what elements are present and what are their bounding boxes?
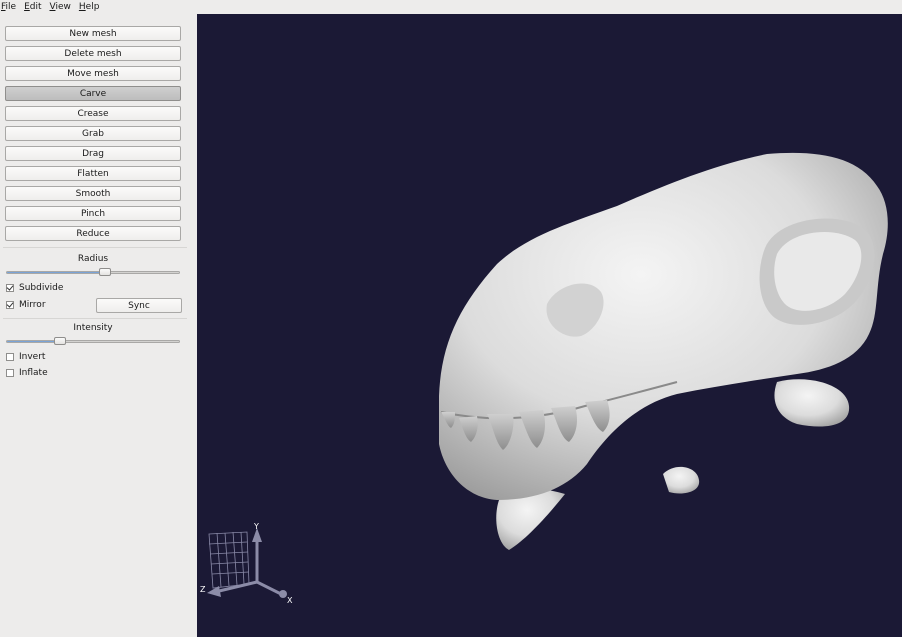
new-mesh-button[interactable]: New mesh bbox=[5, 26, 181, 41]
intensity-label: Intensity bbox=[73, 323, 113, 333]
drag-button[interactable]: Drag bbox=[5, 146, 181, 161]
invert-label: Invert bbox=[19, 352, 46, 362]
carve-button[interactable]: Carve bbox=[5, 86, 181, 101]
subdivide-option[interactable]: Subdivide bbox=[6, 282, 63, 294]
delete-mesh-button[interactable]: Delete mesh bbox=[5, 46, 181, 61]
menu-bar: File Edit View Help bbox=[0, 0, 902, 14]
axis-gizmo: Y Z X bbox=[200, 522, 293, 605]
intensity-slider-handle[interactable] bbox=[54, 337, 66, 345]
mirror-option[interactable]: Mirror bbox=[6, 299, 46, 311]
crease-button[interactable]: Crease bbox=[5, 106, 181, 121]
menu-help-mnemonic: H bbox=[78, 2, 86, 12]
smooth-button[interactable]: Smooth bbox=[5, 186, 181, 201]
z-axis-label: Z bbox=[200, 585, 206, 594]
reduce-button[interactable]: Reduce bbox=[5, 226, 181, 241]
menu-file[interactable]: File bbox=[0, 0, 22, 14]
skull-mesh[interactable] bbox=[439, 152, 888, 550]
mirror-label: Mirror bbox=[19, 300, 46, 310]
menu-view-rest: iew bbox=[55, 2, 71, 12]
3d-viewport[interactable]: Y Z X bbox=[197, 14, 902, 637]
mirror-checkbox[interactable] bbox=[6, 301, 14, 309]
inflate-option[interactable]: Inflate bbox=[6, 367, 48, 379]
radius-slider-handle[interactable] bbox=[99, 268, 111, 276]
y-axis-label: Y bbox=[253, 522, 259, 531]
radius-label: Radius bbox=[77, 254, 109, 264]
separator bbox=[3, 247, 187, 248]
move-mesh-button[interactable]: Move mesh bbox=[5, 66, 181, 81]
intensity-slider[interactable] bbox=[6, 337, 180, 345]
pinch-button[interactable]: Pinch bbox=[5, 206, 181, 221]
menu-edit[interactable]: Edit bbox=[22, 0, 47, 14]
menu-view[interactable]: View bbox=[48, 0, 77, 14]
radius-slider[interactable] bbox=[6, 268, 180, 276]
subdivide-checkbox[interactable] bbox=[6, 284, 14, 292]
viewport-canvas[interactable]: Y Z X bbox=[197, 14, 902, 637]
separator bbox=[3, 318, 187, 319]
invert-checkbox[interactable] bbox=[6, 353, 14, 361]
radius-slider-fill bbox=[7, 272, 105, 273]
grab-button[interactable]: Grab bbox=[5, 126, 181, 141]
invert-option[interactable]: Invert bbox=[6, 351, 45, 363]
sync-button[interactable]: Sync bbox=[96, 298, 182, 313]
menu-help[interactable]: Help bbox=[77, 0, 106, 14]
inflate-checkbox[interactable] bbox=[6, 369, 14, 377]
subdivide-label: Subdivide bbox=[19, 283, 64, 293]
flatten-button[interactable]: Flatten bbox=[5, 166, 181, 181]
inflate-label: Inflate bbox=[19, 368, 48, 378]
menu-file-rest: ile bbox=[5, 2, 17, 12]
intensity-slider-fill bbox=[7, 341, 60, 342]
tool-sidebar: New mesh Delete mesh Move mesh Carve Cre… bbox=[0, 14, 196, 637]
menu-help-rest: elp bbox=[85, 2, 100, 12]
x-axis-label: X bbox=[287, 596, 293, 605]
menu-edit-rest: dit bbox=[29, 2, 42, 12]
